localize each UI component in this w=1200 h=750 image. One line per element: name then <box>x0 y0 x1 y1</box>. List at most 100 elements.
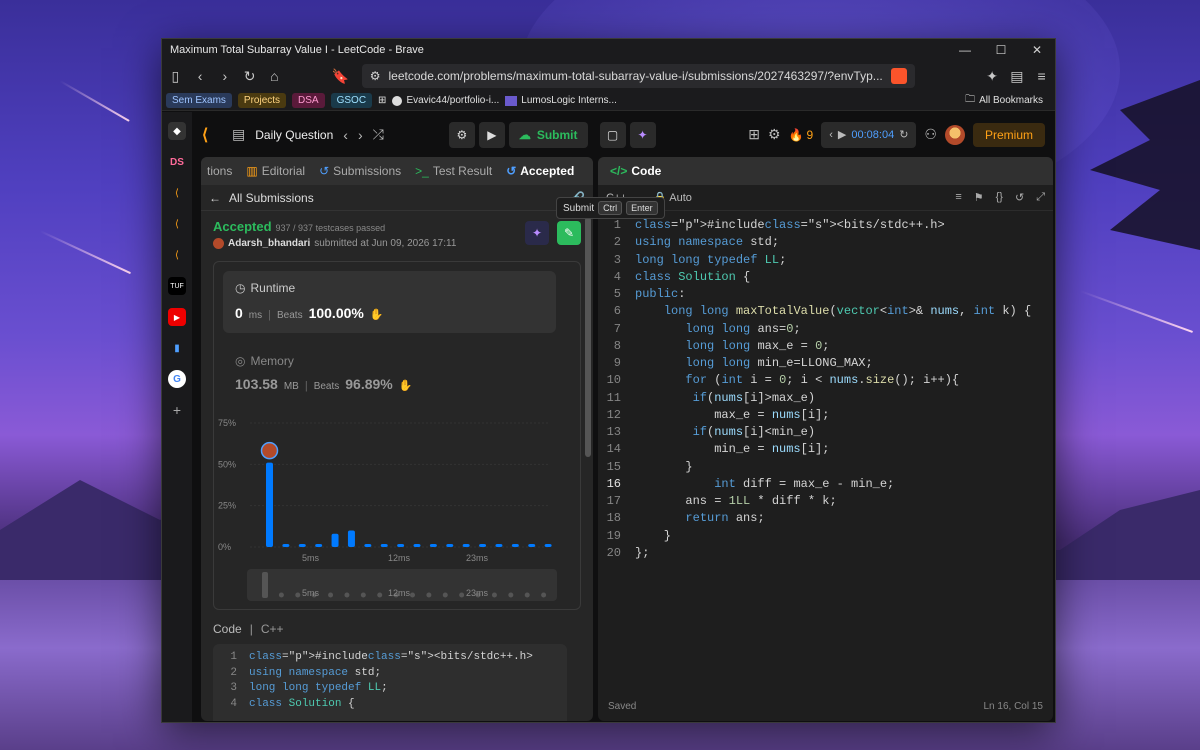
bookmark-link[interactable]: Evavic44/portfolio-i... <box>392 95 499 106</box>
code-line[interactable]: 11 if(nums[i]>max_e) <box>598 390 1053 407</box>
submit-button[interactable]: ☁ Submit <box>508 121 588 148</box>
timer-prev-icon[interactable]: ‹ <box>829 129 833 141</box>
google-icon[interactable]: G <box>168 370 186 388</box>
runtime-card[interactable]: ◷ Runtime 0 ms | Beats 100.00% ✋ <box>223 271 556 333</box>
sidebar-toggle-icon[interactable]: ▯ <box>168 68 183 85</box>
maximize-icon[interactable]: ☐ <box>983 43 1019 57</box>
site-settings-icon[interactable]: ⚙ <box>370 69 381 83</box>
memory-card[interactable]: ◎ Memory 103.58 MB | Beats 96.89% ✋ <box>235 354 412 392</box>
tab-test-result[interactable]: >_ Test Result <box>415 164 492 178</box>
leetcode-icon[interactable]: ⟨ <box>168 215 186 233</box>
minimize-icon[interactable]: — <box>947 43 983 57</box>
bookmark-dsa[interactable]: DSA <box>292 93 325 108</box>
braces-icon[interactable]: {} <box>996 191 1003 204</box>
code-line[interactable]: 8 long long max_e = 0; <box>598 338 1053 355</box>
all-bookmarks[interactable]: 🗀 All Bookmarks <box>965 92 1051 109</box>
tab-editorial[interactable]: ▥ Editorial <box>246 164 305 178</box>
line-text: if(nums[i]<min_e) <box>692 425 816 439</box>
code-line[interactable]: 10 for (int i = 0; i < nums.size(); i++)… <box>598 372 1053 389</box>
back-icon[interactable]: ‹ <box>193 68 208 84</box>
shuffle-icon[interactable]: ⤮ <box>373 126 384 143</box>
reload-icon[interactable]: ↻ <box>242 68 257 85</box>
all-submissions-link[interactable]: All Submissions <box>229 191 314 205</box>
code-line[interactable]: 20}; <box>598 545 1053 562</box>
apps-grid-icon[interactable]: ⊞ <box>378 95 386 106</box>
code-line[interactable]: 12 max_e = nums[i]; <box>598 407 1053 424</box>
code-line[interactable]: 6 long long maxTotalValue(vector<int>& n… <box>598 303 1053 320</box>
notes-button[interactable]: ▢ <box>599 121 626 148</box>
line-number: 13 <box>606 425 621 439</box>
ai-assist-button[interactable]: ✦ <box>629 121 656 148</box>
code-line[interactable]: 15 } <box>598 459 1053 476</box>
reset-icon[interactable]: ↺ <box>1015 191 1024 204</box>
leetcode-icon[interactable]: ⟨ <box>168 246 186 264</box>
streak-counter[interactable]: 🔥 9 <box>789 128 814 142</box>
code-editor[interactable]: 1 class="p">#includeclass="s"><bits/stdc+… <box>598 217 1053 562</box>
tab-submissions[interactable]: ↺ Submissions <box>319 164 401 178</box>
menu-icon[interactable]: ≡ <box>1034 68 1049 84</box>
code-line[interactable]: 14 min_e = nums[i]; <box>598 441 1053 458</box>
youtube-icon[interactable]: ▶ <box>168 308 186 326</box>
extensions-icon[interactable]: ✦ <box>985 68 1000 85</box>
bookmark-gsoc[interactable]: GSOC <box>330 93 373 108</box>
submit-tooltip: Submit Ctrl Enter <box>556 197 665 219</box>
code-line[interactable]: 16 int diff = max_e - min_e; <box>598 476 1053 493</box>
debug-button[interactable]: ⚙ <box>448 121 475 148</box>
user-avatar <box>213 238 224 249</box>
run-button[interactable]: ▶ <box>478 121 505 148</box>
daily-question[interactable]: Daily Question <box>255 128 333 142</box>
add-icon[interactable]: + <box>168 401 186 419</box>
format-icon[interactable]: ≡ <box>955 191 961 204</box>
user-avatar[interactable] <box>944 124 965 145</box>
prev-problem-icon[interactable]: ‹ <box>343 127 348 143</box>
home-icon[interactable]: ⌂ <box>267 68 282 84</box>
brave-shield-icon[interactable] <box>890 68 907 84</box>
code-line[interactable]: 4 class Solution { <box>598 269 1053 286</box>
scrollbar[interactable] <box>585 217 591 457</box>
code-line[interactable]: 9 long long min_e=LLONG_MAX; <box>598 355 1053 372</box>
bookmark-icon[interactable]: 🔖 <box>332 68 349 85</box>
bookmark-link[interactable]: LumosLogic Interns... <box>505 95 617 106</box>
code-line[interactable]: 18 return ans; <box>598 510 1053 527</box>
bookmark-sem-exams[interactable]: Sem Exams <box>166 93 232 108</box>
settings-icon[interactable]: ⚙ <box>768 126 781 143</box>
code-line[interactable]: 3 long long typedef LL; <box>598 252 1053 269</box>
brave-lion-icon[interactable]: ◆ <box>168 122 186 140</box>
username[interactable]: Adarsh_bhandari <box>228 238 310 249</box>
timer[interactable]: ‹ ▶ 00:08:04 ↻ <box>821 121 917 148</box>
tab-code[interactable]: Code <box>631 164 661 178</box>
code-line[interactable]: 1 class="p">#includeclass="s"><bits/stdc+… <box>598 217 1053 234</box>
code-line[interactable]: 19 } <box>598 528 1053 545</box>
add-friend-icon[interactable]: ⚇ <box>924 126 937 143</box>
code-line[interactable]: 7 long long ans=0; <box>598 321 1053 338</box>
leetcode-logo-icon[interactable]: ⟨ <box>202 125 222 145</box>
address-bar[interactable]: ⚙ leetcode.com/problems/maximum-total-su… <box>361 64 915 88</box>
bookmark-icon[interactable]: ⚑ <box>974 191 984 204</box>
next-problem-icon[interactable]: › <box>358 127 363 143</box>
timer-reset-icon[interactable]: ↻ <box>899 128 908 141</box>
timer-play-icon[interactable]: ▶ <box>838 128 846 141</box>
expand-icon[interactable]: ⤢ <box>1036 191 1045 204</box>
edit-solution-button[interactable]: ✎ <box>557 221 581 245</box>
code-line[interactable]: 5 public: <box>598 286 1053 303</box>
bookmark-projects[interactable]: Projects <box>237 93 287 108</box>
sidebar-app-ds[interactable]: DS <box>168 153 186 171</box>
analyze-ai-button[interactable]: ✦ <box>525 221 549 245</box>
sidebar-app-tuf[interactable]: TUF <box>168 277 186 295</box>
forward-icon[interactable]: › <box>218 68 233 84</box>
analytics-icon[interactable]: ▮ <box>168 339 186 357</box>
code-line[interactable]: 17 ans = 1LL * diff * k; <box>598 493 1053 510</box>
leetcode-icon[interactable]: ⟨ <box>168 184 186 202</box>
tab-solutions[interactable]: tions <box>207 164 232 178</box>
reader-icon[interactable]: ▤ <box>1010 68 1025 85</box>
code-line[interactable]: 13 if(nums[i]<min_e) <box>598 424 1053 441</box>
back-arrow-icon[interactable]: ← <box>209 191 221 205</box>
url-text[interactable]: leetcode.com/problems/maximum-total-suba… <box>389 69 883 83</box>
layout-icon[interactable]: ⊞ <box>748 126 760 143</box>
problem-list-icon[interactable]: ▤ <box>232 126 245 143</box>
code-line[interactable]: 2 using namespace std; <box>598 234 1053 251</box>
close-icon[interactable]: ✕ <box>1019 43 1055 57</box>
y-tick-label: 25% <box>218 501 236 511</box>
premium-button[interactable]: Premium <box>972 122 1045 147</box>
tab-accepted[interactable]: ↺ Accepted <box>506 164 574 178</box>
